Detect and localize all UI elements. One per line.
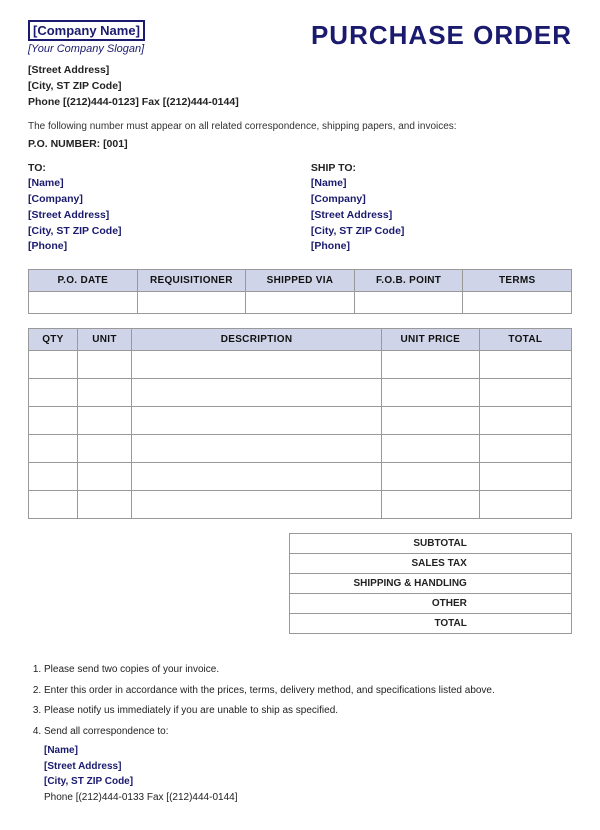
ship-to-block: SHIP TO: [Name] [Company] [Street Addres… — [311, 162, 572, 255]
notice-text: The following number must appear on all … — [28, 120, 572, 134]
note-1: Please send two copies of your invoice. — [44, 662, 572, 678]
col-fob-point: F.O.B. POINT — [354, 270, 463, 292]
total-row: TOTAL — [290, 614, 572, 634]
po-info-row — [29, 292, 572, 314]
note-3: Please notify us immediately if you are … — [44, 703, 572, 719]
phone-fax: Phone [(212)444-0123] Fax [(212)444-0144… — [28, 95, 239, 111]
company-name: [Company Name] — [28, 20, 145, 41]
col-requisitioner: REQUISITIONER — [137, 270, 246, 292]
col-unit-price: UNIT PRICE — [381, 329, 479, 351]
po-number: P.O. NUMBER: [001] — [28, 138, 572, 150]
subtotal-row: SUBTOTAL — [290, 534, 572, 554]
other-label: OTHER — [290, 594, 473, 614]
ship-to-fields: [Name] [Company] [Street Address] [City,… — [311, 176, 572, 255]
footer-contact-name: [Name] — [44, 743, 572, 759]
col-total: TOTAL — [479, 329, 571, 351]
subtotal-label: SUBTOTAL — [290, 534, 473, 554]
col-shipped-via: SHIPPED VIA — [246, 270, 355, 292]
shipping-row: SHIPPING & HANDLING — [290, 574, 572, 594]
total-value — [473, 614, 572, 634]
shipping-label: SHIPPING & HANDLING — [290, 574, 473, 594]
items-table: QTY UNIT DESCRIPTION UNIT PRICE TOTAL — [28, 328, 572, 519]
page-header: [Company Name] [Your Company Slogan] [St… — [28, 20, 572, 110]
footer-contact-city: [City, ST ZIP Code] — [44, 774, 572, 790]
footer-contact-street: [Street Address] — [44, 759, 572, 775]
shipped-via-cell — [246, 292, 355, 314]
note-4: Send all correspondence to: [Name] [Stre… — [44, 724, 572, 806]
total-label: TOTAL — [290, 614, 473, 634]
street-address: [Street Address] — [28, 63, 239, 79]
company-address: [Street Address] [City, ST ZIP Code] Pho… — [28, 63, 239, 110]
other-row: OTHER — [290, 594, 572, 614]
col-unit: UNIT — [77, 329, 131, 351]
footer-notes: Please send two copies of your invoice. … — [28, 662, 572, 805]
item-row — [29, 491, 572, 519]
col-qty: QTY — [29, 329, 78, 351]
city-state-zip: [City, ST ZIP Code] — [28, 79, 239, 95]
note-2: Enter this order in accordance with the … — [44, 683, 572, 699]
summary-table: SUBTOTAL SALES TAX SHIPPING & HANDLING O… — [289, 533, 572, 634]
to-block: TO: [Name] [Company] [Street Address] [C… — [28, 162, 289, 255]
shipping-value — [473, 574, 572, 594]
to-shipto-section: TO: [Name] [Company] [Street Address] [C… — [28, 162, 572, 255]
terms-cell — [463, 292, 572, 314]
fob-point-cell — [354, 292, 463, 314]
purchase-order-title: PURCHASE ORDER — [311, 20, 572, 51]
summary-section: SUBTOTAL SALES TAX SHIPPING & HANDLING O… — [28, 533, 572, 648]
col-po-date: P.O. DATE — [29, 270, 138, 292]
sales-tax-row: SALES TAX — [290, 554, 572, 574]
requisitioner-cell — [137, 292, 246, 314]
ship-to-label: SHIP TO: — [311, 162, 572, 174]
po-info-table: P.O. DATE REQUISITIONER SHIPPED VIA F.O.… — [28, 269, 572, 314]
item-row — [29, 351, 572, 379]
footer-contact: [Name] [Street Address] [City, ST ZIP Co… — [44, 743, 572, 805]
item-row — [29, 379, 572, 407]
sales-tax-value — [473, 554, 572, 574]
col-terms: TERMS — [463, 270, 572, 292]
item-row — [29, 435, 572, 463]
item-row — [29, 463, 572, 491]
other-value — [473, 594, 572, 614]
footer-contact-phone: Phone [(212)444-0133 Fax [(212)444-0144] — [44, 790, 572, 806]
to-name: [Name] [Company] [Street Address] [City,… — [28, 176, 289, 255]
sales-tax-label: SALES TAX — [290, 554, 473, 574]
item-row — [29, 407, 572, 435]
to-label: TO: — [28, 162, 289, 174]
subtotal-value — [473, 534, 572, 554]
col-description: DESCRIPTION — [132, 329, 382, 351]
company-slogan: [Your Company Slogan] — [28, 43, 239, 55]
company-block: [Company Name] [Your Company Slogan] [St… — [28, 20, 239, 110]
po-date-cell — [29, 292, 138, 314]
